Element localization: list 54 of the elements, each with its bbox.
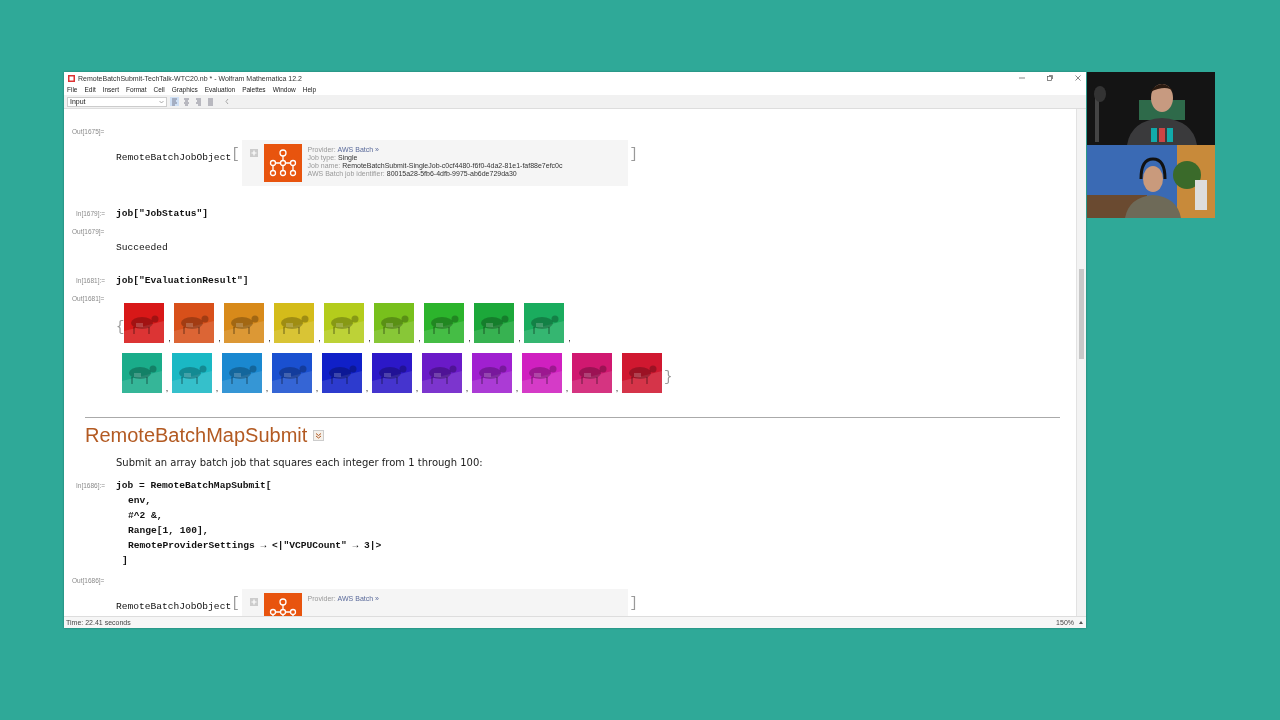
comma: , bbox=[164, 383, 170, 393]
code-text: job = RemoteBatchMapSubmit[ bbox=[116, 480, 272, 491]
close-icon[interactable] bbox=[1074, 74, 1082, 82]
code-text: job["JobStatus"] bbox=[116, 208, 209, 219]
comma: , bbox=[417, 333, 422, 343]
bracket: [ bbox=[231, 146, 240, 162]
comma: , bbox=[314, 383, 320, 393]
code-text: env, bbox=[128, 495, 152, 506]
brace: { bbox=[116, 319, 125, 335]
code-text: RemoteProviderSettings → <|"VCPUCount" → 3|> bbox=[128, 540, 382, 551]
code-text: Range[1, 100], bbox=[128, 525, 209, 536]
brace: } bbox=[664, 369, 673, 385]
comma: , bbox=[464, 383, 470, 393]
comma: , bbox=[567, 333, 572, 343]
align-button[interactable] bbox=[182, 97, 191, 106]
chevron-down-icon[interactable] bbox=[313, 430, 325, 441]
code-text: ] bbox=[122, 555, 128, 566]
comma: , bbox=[364, 383, 370, 393]
comma: , bbox=[614, 383, 620, 393]
code-text: RemoteBatchJobObject bbox=[116, 152, 232, 163]
caret-left-icon[interactable] bbox=[224, 98, 230, 105]
output-text: Succeeded bbox=[116, 242, 168, 253]
comma: , bbox=[517, 333, 522, 343]
minimize-icon[interactable] bbox=[1018, 74, 1026, 82]
bracket: ] bbox=[629, 595, 638, 611]
comma: , bbox=[167, 333, 172, 343]
scrollbar[interactable] bbox=[1076, 109, 1086, 616]
comma: , bbox=[317, 333, 322, 343]
network-icon bbox=[263, 144, 302, 182]
expand-icon[interactable] bbox=[249, 149, 258, 157]
scrollbar-thumb[interactable] bbox=[1079, 269, 1084, 359]
align-button[interactable] bbox=[170, 97, 179, 106]
comma: , bbox=[467, 333, 472, 343]
comma: , bbox=[514, 383, 520, 393]
section-title: RemoteBatchMapSubmit bbox=[85, 424, 308, 447]
expand-icon[interactable] bbox=[249, 598, 258, 606]
comma: , bbox=[264, 383, 270, 393]
comma: , bbox=[564, 383, 570, 393]
comma: , bbox=[367, 333, 372, 343]
align-button[interactable] bbox=[206, 97, 215, 106]
comma: , bbox=[414, 383, 420, 393]
comma: , bbox=[217, 333, 222, 343]
code-text: RemoteBatchJobObject bbox=[116, 601, 232, 612]
description-text: Submit an array batch job that squares each integer from 1 through 100: bbox=[116, 457, 483, 468]
bracket: ] bbox=[629, 146, 638, 162]
code-text: #^2 &, bbox=[128, 510, 163, 521]
comma: , bbox=[214, 383, 220, 393]
align-button[interactable] bbox=[194, 97, 203, 106]
restore-icon[interactable] bbox=[1046, 74, 1054, 82]
caret-up-icon[interactable] bbox=[1078, 620, 1084, 625]
bracket: [ bbox=[231, 595, 240, 611]
dropdown-caret-icon[interactable] bbox=[159, 99, 164, 104]
code-text: job["EvaluationResult"] bbox=[116, 275, 249, 286]
comma: , bbox=[267, 333, 272, 343]
